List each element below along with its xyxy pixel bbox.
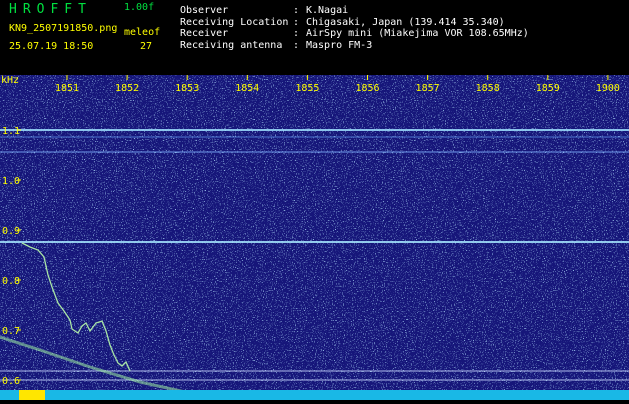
- count-value: 27: [140, 41, 153, 52]
- spectrogram-svg: 1851 1852 1853 1854 1855 1856 1857 1858 1859 1900…: [0, 75, 629, 400]
- freq-label: 1.0: [2, 176, 20, 187]
- bottom-band: [0, 390, 629, 400]
- file-name: KN9_2507191850.png: [9, 23, 118, 34]
- freq-label: 0.9: [2, 226, 20, 237]
- time-label: 1858: [476, 83, 500, 94]
- app-brand: HROFFT: [9, 2, 92, 17]
- time-label: 1855: [295, 83, 319, 94]
- time-label: 1852: [115, 83, 139, 94]
- time-label: 1851: [55, 83, 79, 94]
- time-label: 1854: [235, 83, 259, 94]
- info-value: AirSpy mini (Miakejima VOR 108.65MHz): [306, 28, 529, 39]
- info-colon: :: [293, 5, 300, 16]
- noise-texture: [0, 75, 629, 400]
- freq-label: 1.1: [2, 126, 20, 137]
- freq-unit-label: kHz: [1, 75, 20, 86]
- freq-label: 0.7: [2, 326, 20, 337]
- info-value: K.Nagai: [306, 5, 349, 16]
- info-key: Receiver: [180, 28, 229, 39]
- time-label: 1900: [596, 83, 620, 94]
- info-colon: :: [293, 28, 300, 39]
- freq-label: 0.8: [2, 276, 20, 287]
- capture-datetime: 25.07.19 18:50: [9, 41, 94, 52]
- info-value: Chigasaki, Japan (139.414 35.340): [306, 16, 505, 28]
- info-colon: :: [293, 16, 300, 28]
- freq-label: 0.6: [2, 376, 20, 387]
- info-colon: :: [293, 39, 300, 51]
- spectrogram-panel: 1851 1852 1853 1854 1855 1856 1857 1858 1859 1900…: [0, 75, 629, 400]
- info-value: Maspro FM-3: [306, 39, 373, 51]
- time-label: 1857: [416, 83, 440, 94]
- info-key: Receiving Location: [180, 16, 289, 28]
- time-label: 1853: [175, 83, 199, 94]
- mode-label: meleof: [124, 27, 161, 38]
- time-label: 1859: [536, 83, 560, 94]
- time-label: 1856: [355, 83, 379, 94]
- info-key: Observer: [180, 5, 229, 16]
- app-version: 1.00f: [124, 2, 155, 13]
- info-key: Receiving antenna: [180, 39, 283, 51]
- left-marker: [19, 390, 45, 400]
- header-panel: HROFFT 1.00f KN9_2507191850.png meleof 2…: [0, 0, 629, 75]
